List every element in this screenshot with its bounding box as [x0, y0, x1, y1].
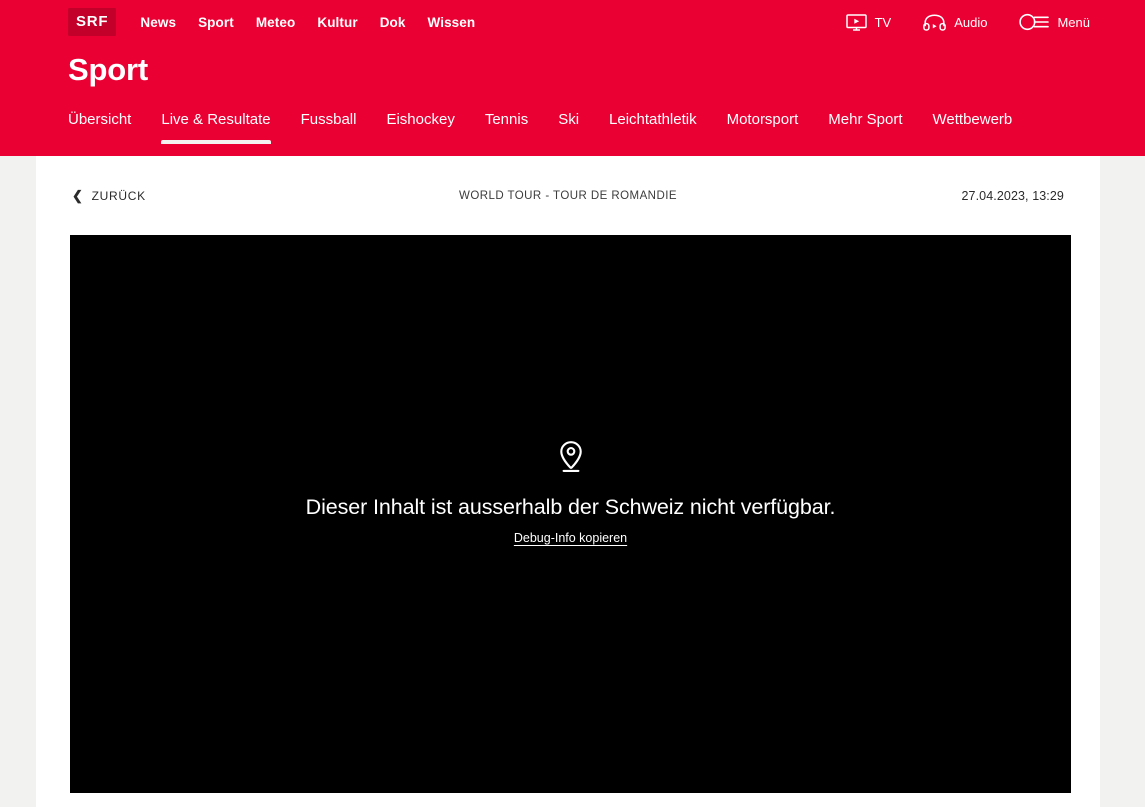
audio-label: Audio — [954, 14, 988, 30]
page-body: ❮ ZURÜCK WORLD TOUR - TOUR DE ROMANDIE 2… — [0, 156, 1145, 807]
section-nav-item-wettbewerb[interactable]: Wettbewerb — [933, 111, 1013, 144]
location-pin-icon — [70, 440, 1071, 479]
timestamp: 27.04.2023, 13:29 — [961, 188, 1064, 203]
top-bar-actions: TV Audio Menü — [845, 13, 1090, 31]
video-player[interactable]: Dieser Inhalt ist ausserhalb der Schweiz… — [70, 235, 1071, 793]
main-navigation: News Sport Meteo Kultur Dok Wissen — [140, 15, 475, 30]
top-bar: SRF News Sport Meteo Kultur Dok Wissen T… — [0, 0, 1145, 44]
menu-button[interactable]: Menü — [1019, 13, 1090, 31]
geoblock-message: Dieser Inhalt ist ausserhalb der Schweiz… — [70, 440, 1071, 547]
page-title: Sport — [68, 52, 148, 87]
srf-logo[interactable]: SRF — [68, 8, 117, 36]
main-nav-item-news[interactable]: News — [140, 15, 176, 30]
section-nav-item-uebersicht[interactable]: Übersicht — [68, 111, 131, 144]
section-nav-item-tennis[interactable]: Tennis — [485, 111, 528, 144]
back-link-label: ZURÜCK — [91, 188, 146, 203]
chevron-left-icon: ❮ — [72, 188, 84, 203]
section-nav-item-leichtathletik[interactable]: Leichtathletik — [609, 111, 697, 144]
headphones-icon — [923, 13, 947, 31]
section-nav-item-motorsport[interactable]: Motorsport — [727, 111, 799, 144]
back-link[interactable]: ❮ ZURÜCK — [72, 189, 146, 203]
section-nav-item-mehr-sport[interactable]: Mehr Sport — [828, 111, 902, 144]
geoblock-headline: Dieser Inhalt ist ausserhalb der Schweiz… — [305, 495, 836, 519]
main-nav-item-kultur[interactable]: Kultur — [317, 15, 357, 30]
main-nav-item-sport[interactable]: Sport — [198, 15, 234, 30]
copy-debug-info-link[interactable]: Debug-Info kopieren — [514, 531, 627, 545]
menu-label: Menü — [1057, 14, 1090, 30]
tv-icon — [845, 13, 867, 31]
tv-button[interactable]: TV — [845, 13, 892, 31]
main-nav-item-meteo[interactable]: Meteo — [256, 15, 296, 30]
main-nav-item-wissen[interactable]: Wissen — [428, 15, 476, 30]
content-card: ❮ ZURÜCK WORLD TOUR - TOUR DE ROMANDIE 2… — [36, 156, 1100, 807]
audio-button[interactable]: Audio — [923, 13, 988, 31]
event-title: WORLD TOUR - TOUR DE ROMANDIE — [459, 189, 677, 202]
content-meta-row: ❮ ZURÜCK WORLD TOUR - TOUR DE ROMANDIE 2… — [70, 156, 1066, 235]
section-nav-item-fussball[interactable]: Fussball — [301, 111, 357, 144]
section-nav-item-eishockey[interactable]: Eishockey — [386, 111, 454, 144]
tv-label: TV — [874, 14, 892, 30]
section-navigation: Übersicht Live & Resultate Fussball Eish… — [0, 88, 1145, 144]
main-nav-item-dok[interactable]: Dok — [380, 15, 406, 30]
section-nav-item-ski[interactable]: Ski — [558, 111, 579, 144]
site-header: SRF News Sport Meteo Kultur Dok Wissen T… — [0, 0, 1145, 156]
search-menu-icon — [1019, 13, 1050, 31]
section-nav-item-live-resultate[interactable]: Live & Resultate — [161, 111, 271, 144]
